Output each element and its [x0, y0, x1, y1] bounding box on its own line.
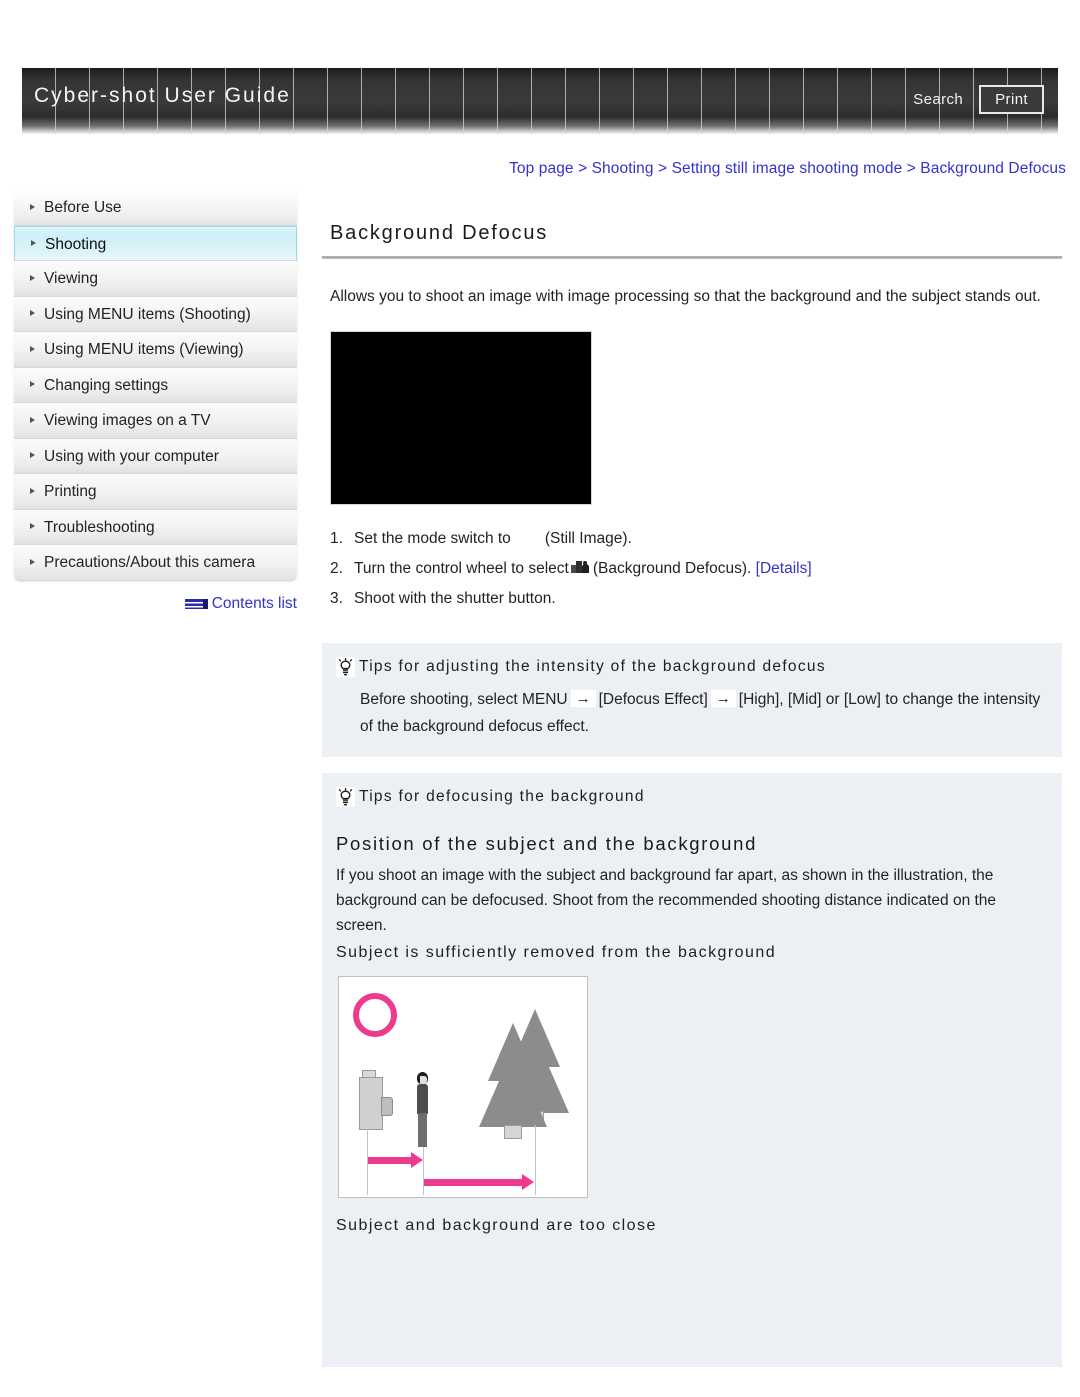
tip-box-intensity: Tips for adjusting the intensity of the … [322, 642, 1062, 757]
step-number: 3. [330, 590, 343, 608]
section-paragraph: If you shoot an image with the subject a… [336, 866, 997, 935]
sample-photo-placeholder [330, 331, 592, 506]
tip-heading-row: Tips for adjusting the intensity of the … [336, 656, 1042, 677]
guide-line-background [535, 1125, 536, 1196]
sidebar-item-viewing[interactable]: Viewing [14, 261, 297, 297]
chevron-right-icon [30, 274, 35, 281]
background-defocus-icon [570, 559, 589, 574]
main-content: Background Defocus Allows you to shoot a… [322, 190, 1062, 1367]
breadcrumb[interactable]: Top page > Shooting > Setting still imag… [509, 160, 1066, 178]
intro-paragraph: Allows you to shoot an image with image … [330, 288, 1041, 305]
sidebar-item-label: Using MENU items (Shooting) [44, 305, 251, 323]
chevron-right-icon [30, 416, 35, 423]
section-heading-position: Position of the subject and the backgrou… [336, 832, 758, 854]
person-illustration [415, 1072, 431, 1148]
chevron-right-icon [30, 452, 35, 459]
chevron-right-icon [31, 239, 36, 246]
step-1: 1. Set the mode switch to (Still Image). [330, 524, 1062, 554]
steps-list: 1. Set the mode switch to (Still Image).… [322, 524, 1062, 615]
sidebar-item-label: Shooting [45, 235, 107, 253]
sidebar-item-label: Using with your computer [44, 447, 219, 465]
sidebar-item-before-use[interactable]: Before Use [14, 190, 297, 226]
tip-heading-text: Tips for adjusting the intensity of the … [359, 657, 826, 675]
step-3: 3. Shoot with the shutter button. [330, 584, 1062, 614]
chevron-right-icon [30, 558, 35, 565]
lightbulb-icon [336, 656, 355, 677]
search-button[interactable]: Search [911, 87, 965, 112]
chevron-right-icon [30, 523, 35, 530]
sidebar-item-printing[interactable]: Printing [14, 474, 297, 510]
step-number: 2. [330, 560, 343, 578]
sidebar-item-label: Using MENU items (Viewing) [44, 341, 244, 358]
sidebar-item-using-with-computer[interactable]: Using with your computer [14, 438, 297, 474]
sidebar-item-troubleshooting[interactable]: Troubleshooting [14, 509, 297, 545]
step-text-after: (Still Image). [544, 530, 632, 548]
page-title: Background Defocus [330, 222, 549, 244]
header-actions: Search Print [911, 85, 1044, 114]
sidebar-item-shooting[interactable]: Shooting [14, 225, 297, 261]
step-2: 2. Turn the control wheel to select (Bac… [330, 554, 1062, 584]
tip-box-defocusing: Tips for defocusing the background Posit… [322, 772, 1062, 1367]
step-text-after: (Background Defocus). [592, 560, 752, 578]
details-link[interactable]: [Details] [756, 554, 812, 584]
sidebar-item-label: Precautions/About this camera [44, 554, 256, 571]
ok-circle-icon [353, 993, 397, 1038]
step-number: 1. [330, 530, 343, 548]
arrow-right-icon: → [710, 689, 736, 707]
chevron-right-icon [30, 487, 35, 494]
camera-illustration [359, 1070, 393, 1131]
sidebar-item-label: Before Use [44, 199, 122, 216]
lightbulb-icon [336, 786, 355, 807]
chevron-right-icon [30, 345, 35, 352]
site-title: Cyber-shot User Guide [34, 84, 291, 107]
contents-list-icon [184, 599, 203, 609]
guide-line-subject [423, 1147, 424, 1196]
sidebar-item-precautions[interactable]: Precautions/About this camera [14, 545, 297, 581]
tip-heading-row: Tips for defocusing the background [336, 786, 1042, 807]
sidebar-item-changing-settings[interactable]: Changing settings [14, 367, 297, 403]
sidebar-nav-list: Before Use Shooting Viewing Using MENU i… [14, 190, 297, 581]
title-divider [322, 256, 1062, 259]
sidebar-item-label: Viewing [44, 270, 99, 287]
sidebar-item-viewing-images-tv[interactable]: Viewing images on a TV [14, 403, 297, 439]
tip-body-part1: Before shooting, select MENU [360, 690, 568, 708]
sidebar-item-using-menu-shooting[interactable]: Using MENU items (Shooting) [14, 296, 297, 332]
tip-heading-text: Tips for defocusing the background [359, 787, 645, 805]
sidebar: Before Use Shooting Viewing Using MENU i… [14, 190, 297, 612]
sidebar-item-label: Printing [44, 483, 97, 500]
site-header: Cyber-shot User Guide Search Print [22, 68, 1058, 134]
sub-heading-too-close: Subject and background are too close [336, 1217, 657, 1235]
sidebar-item-label: Viewing images on a TV [44, 412, 211, 429]
sub-heading-sufficiently-removed: Subject is sufficiently removed from the… [336, 944, 777, 962]
sidebar-item-label: Troubleshooting [44, 518, 155, 536]
contents-list-label: Contents list [211, 595, 297, 612]
tip-body-part2: [Defocus Effect] [598, 690, 708, 708]
sidebar-item-using-menu-viewing[interactable]: Using MENU items (Viewing) [14, 332, 297, 368]
contents-list-icon-dot [202, 599, 208, 609]
tip-body-intensity: Before shooting, select MENU → [Defocus Ef… [336, 686, 1042, 740]
sidebar-item-label: Changing settings [44, 376, 169, 394]
distance-arrow-camera-subject [368, 1152, 423, 1169]
chevron-right-icon [30, 310, 35, 317]
arrow-right-icon: → [570, 689, 596, 707]
step-text-before: Shoot with the shutter button. [354, 590, 556, 608]
print-button[interactable]: Print [979, 85, 1044, 114]
illustration-subject-distance [338, 976, 588, 1199]
chevron-right-icon [30, 381, 35, 388]
contents-list-link[interactable]: Contents list [184, 595, 297, 613]
step-text-before: Set the mode switch to [354, 530, 511, 548]
distance-arrow-subject-background [424, 1174, 534, 1191]
chevron-right-icon [30, 203, 35, 210]
step-text-before: Turn the control wheel to select [354, 560, 569, 578]
